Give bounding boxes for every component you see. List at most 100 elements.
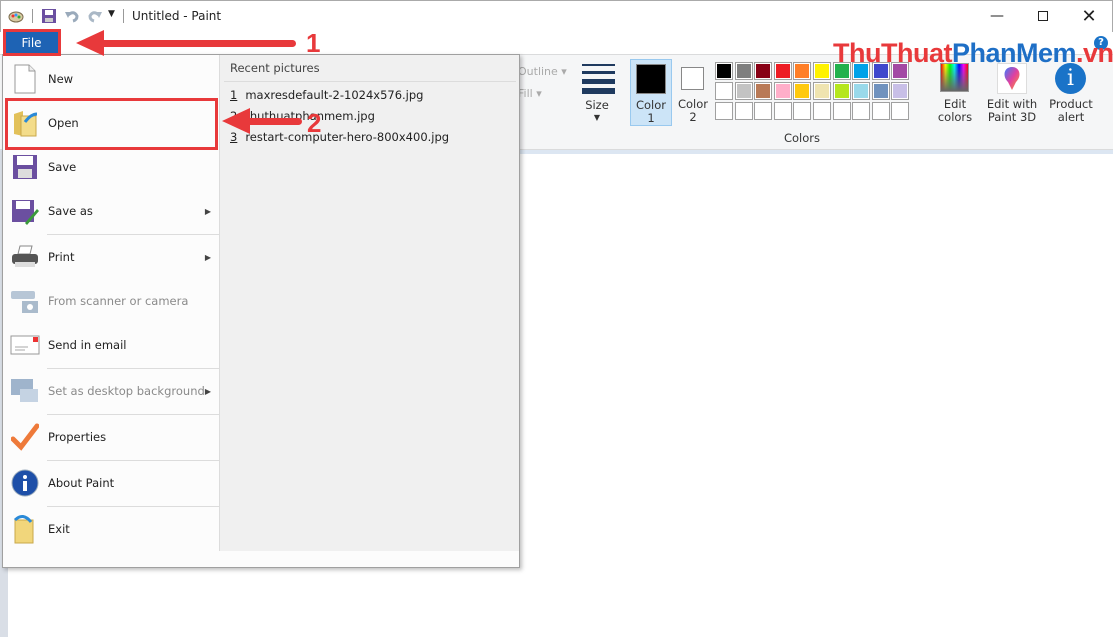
maximize-button[interactable] [1020,0,1066,32]
annotation-highlight-file [3,29,61,56]
redo-icon[interactable] [87,8,103,24]
customize-dropdown-icon[interactable]: ▼ [108,9,115,19]
palette-color-swatch[interactable] [715,102,733,120]
save-as-icon [10,196,40,226]
palette-color-swatch[interactable] [852,82,871,100]
close-button[interactable]: ✕ [1066,0,1112,32]
palette-color-swatch[interactable] [754,62,773,80]
menu-item-label: Properties [48,430,107,444]
palette-color-swatch[interactable] [891,82,910,100]
undo-icon[interactable] [64,8,80,24]
divider [32,9,33,23]
palette-color-swatch[interactable] [734,62,753,80]
recent-picture-item[interactable]: 3 restart-computer-hero-800x400.jpg [230,130,449,144]
palette-color-swatch[interactable] [813,82,831,100]
scanner-icon [10,286,40,316]
fill-dropdown[interactable]: Fill ▾ [518,87,542,100]
palette-color-swatch[interactable] [773,62,792,80]
chevron-down-icon: ▼ [593,113,601,122]
palette-color-swatch[interactable] [715,62,733,80]
palette-color-swatch[interactable] [715,82,733,100]
colors-group-label: Colors [783,131,821,145]
annotation-arrowhead-2 [222,108,250,134]
palette-color-swatch[interactable] [773,102,792,120]
new-document-icon [10,64,40,94]
close-icon: ✕ [1081,5,1097,27]
menu-item-label: Print [48,250,75,264]
desktop-icon [10,376,40,406]
maximize-icon [1038,11,1048,21]
palette-color-swatch[interactable] [793,102,812,120]
palette-color-swatch[interactable] [832,82,851,100]
palette-color-swatch[interactable] [832,102,851,120]
menu-item-label: Save [48,160,77,174]
divider [47,234,219,235]
annotation-highlight-open [5,98,218,150]
printer-icon [10,242,40,272]
palette-color-swatch[interactable] [773,82,792,100]
checkmark-icon [10,422,40,452]
menu-item-send-in-email[interactable]: Send in email [3,323,219,367]
recent-picture-item[interactable]: 1 maxresdefault-2-1024x576.jpg [230,88,423,102]
annotation-arrowhead-1 [76,30,104,56]
menu-item-save[interactable]: Save [3,145,219,189]
save-icon[interactable] [41,8,57,24]
divider [224,81,516,82]
palette-color-swatch[interactable] [871,102,890,120]
palette-color-swatch[interactable] [852,102,871,120]
palette-color-swatch[interactable] [793,82,812,100]
annotation-arrow-1 [96,40,296,47]
menu-item-print[interactable]: Print ▶ [3,235,219,279]
palette-color-swatch[interactable] [734,102,753,120]
recent-pictures-title: Recent pictures [230,61,320,75]
divider [47,460,219,461]
submenu-arrow-icon: ▶ [204,206,211,216]
menu-item-exit[interactable]: Exit [3,507,219,551]
watermark-logo: ThuThuatPhanMem.vn [833,38,1113,68]
divider [47,368,219,369]
menu-item-properties[interactable]: Properties [3,415,219,459]
menu-item-label: Save as [48,204,93,218]
product-alert-button[interactable]: i Product alert [1045,59,1097,126]
color2-swatch [681,67,704,90]
submenu-arrow-icon: ▶ [204,252,211,262]
palette-color-swatch[interactable] [871,82,890,100]
palette-color-swatch[interactable] [891,102,910,120]
paint-app-icon[interactable] [8,8,24,24]
palette-color-swatch[interactable] [734,82,753,100]
divider [123,9,124,23]
minimize-icon: — [990,8,1004,24]
palette-color-swatch[interactable] [813,62,831,80]
menu-item-label: Send in email [48,338,127,352]
recent-pictures-panel: Recent pictures 1 maxresdefault-2-1024x57… [219,55,519,551]
color-palette [715,62,935,124]
edit-with-paint3d-button[interactable]: Edit with Paint 3D [982,59,1042,126]
menu-item-set-as-desktop-background: Set as desktop background ▶ [3,369,219,413]
recent-number: 1 [230,88,238,102]
color1-swatch [636,64,666,94]
palette-color-swatch[interactable] [754,102,773,120]
menu-item-label: Set as desktop background [48,384,205,398]
menu-item-from-scanner-or-camera: From scanner or camera [3,279,219,323]
menu-item-label: Exit [48,522,70,536]
minimize-button[interactable]: — [974,0,1020,32]
edit-colors-button[interactable]: Edit colors [936,59,974,126]
outline-dropdown[interactable]: Outline ▾ [518,65,567,78]
annotation-arrow-2 [245,118,302,125]
annotation-step-2: 2 [307,108,322,138]
submenu-arrow-icon: ▶ [204,386,211,396]
divider [47,506,219,507]
palette-color-swatch[interactable] [813,102,831,120]
palette-color-swatch[interactable] [754,82,773,100]
size-button[interactable]: Size ▼ [574,60,624,126]
color2-button[interactable]: Color 2 [674,59,712,126]
menu-item-label: From scanner or camera [48,294,189,308]
menu-item-new[interactable]: New [3,57,219,101]
color1-button[interactable]: Color 1 [630,59,672,126]
menu-item-save-as[interactable]: Save as ▶ [3,189,219,233]
recent-file-name: maxresdefault-2-1024x576.jpg [245,88,424,102]
menu-item-about-paint[interactable]: About Paint [3,461,219,505]
palette-color-swatch[interactable] [793,62,812,80]
menu-item-label: New [48,72,74,86]
info-icon [10,468,40,498]
